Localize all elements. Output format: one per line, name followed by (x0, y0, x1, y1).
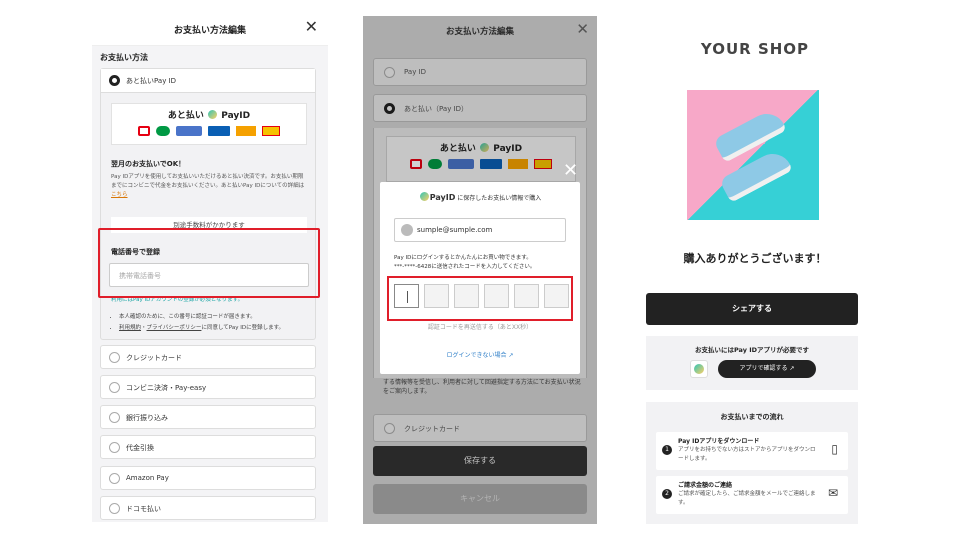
option-docomo[interactable]: ドコモ払い (100, 496, 316, 520)
button-label: アプリで確認する (739, 365, 788, 372)
user-icon (401, 224, 413, 236)
familymart-logo (156, 126, 170, 136)
order-complete-screen: YOUR SHOP 購入ありがとうございます！ シェアする お支払いにはPay … (630, 16, 880, 524)
highlight-box (387, 276, 573, 321)
note-text: に同意してPay IDに登録します。 (201, 325, 285, 331)
option-label: クレジットカード (126, 354, 182, 362)
terms-link[interactable]: 利用規約 (119, 325, 141, 331)
product-image (687, 90, 819, 220)
radio-selected[interactable] (109, 75, 120, 86)
store-logos (112, 126, 306, 136)
seicomart-logo (236, 126, 256, 136)
resend-code-link[interactable]: 認証コードを再送信する（あとXX秒） (380, 322, 580, 331)
daily-yamazaki-logo (262, 126, 280, 136)
logo-brand: PayID (221, 111, 251, 121)
payid-logo-banner: あと払い PayID (111, 103, 307, 145)
thank-you-message: 購入ありがとうございます！ (683, 252, 827, 265)
option-amazon-pay[interactable]: Amazon Pay (100, 466, 316, 490)
ministop-logo (176, 126, 202, 136)
flow-step-2: 2 ご請求金額のご連絡 ご請求が確定したら、ご請求金額をメールでご連絡します。 … (656, 476, 848, 514)
option-credit-card[interactable]: クレジットカード (100, 345, 316, 369)
notes-list: 本人確認のために、この番号に認証コードが届きます。 利用規約・プライバシーポリシ… (119, 313, 311, 335)
radio[interactable] (109, 352, 120, 363)
option-label: ドコモ払い (126, 505, 161, 513)
radio[interactable] (109, 442, 120, 453)
email-value: sumple@sumple.com (417, 226, 493, 234)
page-title: お支払い方法編集 (173, 26, 246, 36)
logo-text: あと払い (167, 111, 204, 121)
note-item: 利用規約・プライバシーポリシーに同意してPay IDに登録します。 (119, 324, 311, 333)
step-title: ご請求金額のご連絡 (678, 482, 733, 489)
step-number: 2 (662, 489, 672, 499)
note-item: 本人確認のために、この番号に認証コードが届きます。 (119, 313, 311, 322)
promo-description: Pay IDアプリを使用してお支払いいただけるあと払い決済です。お支払い期限まで… (111, 173, 307, 200)
option-cash-on-delivery[interactable]: 代金引換 (100, 435, 316, 459)
modal-header: PayID に保存したお支払い情報で購入 (380, 192, 580, 202)
close-icon[interactable]: ✕ (305, 18, 318, 36)
promo-title: 翌月のお支払いでOK！ (111, 160, 186, 168)
privacy-link[interactable]: プライバシーポリシー (147, 325, 202, 331)
option-label: 銀行振り込み (126, 414, 168, 422)
radio[interactable] (109, 473, 120, 484)
message-line: ***-****-6428に送信されたコードを入力してください。 (394, 264, 536, 270)
highlight-box (98, 228, 320, 298)
option-label: Amazon Pay (126, 474, 169, 482)
phone-icon: ▯ (831, 442, 838, 456)
login-message: Pay IDにログインするとかんたんにお買い物できます。 ***-****-64… (394, 254, 572, 272)
app-required-card: お支払いにはPay IDアプリが必要です アプリで確認する ↗ (646, 336, 858, 390)
step-title: Pay IDアプリをダウンロード (678, 438, 760, 445)
brand-name: PayID (429, 193, 456, 202)
details-link[interactable]: こちら (111, 192, 128, 198)
payid-app-icon (690, 360, 708, 378)
payid-mark-icon (419, 192, 429, 201)
step-description: ご請求が確定したら、ご請求金額をメールでご連絡します。 (678, 491, 816, 506)
payment-flow-card: お支払いまでの流れ 1 Pay IDアプリをダウンロード アプリをお持ちでない方… (646, 402, 858, 524)
login-help-link[interactable]: ログインできない場合 ↗ (380, 350, 580, 359)
option-label: 代金引換 (126, 444, 154, 452)
external-link-icon: ↗ (789, 365, 795, 372)
payid-mark-icon (208, 110, 218, 119)
external-link-icon: ↗ (508, 352, 514, 359)
seven-eleven-logo (138, 126, 150, 136)
flow-title: お支払いまでの流れ (720, 413, 784, 421)
step-description: アプリをお持ちでない方はストアからアプリをダウンロードします。 (678, 447, 816, 462)
option-label: コンビニ決済・Pay-easy (126, 384, 207, 392)
payid-option-expanded: あと払いPay ID あと払い PayID 翌月のお支払いでOK！ Pay ID… (100, 68, 316, 340)
mail-icon: ✉ (827, 486, 838, 500)
radio[interactable] (109, 503, 120, 514)
lawson-logo (208, 126, 230, 136)
radio[interactable] (109, 382, 120, 393)
login-help-label: ログインできない場合 (446, 352, 507, 359)
step-number: 1 (662, 445, 672, 455)
payid-logo: あと払い PayID (112, 108, 306, 121)
radio[interactable] (109, 412, 120, 423)
share-button[interactable]: シェアする (646, 293, 858, 325)
option-convenience-store[interactable]: コンビニ決済・Pay-easy (100, 375, 316, 399)
close-icon[interactable]: ✕ (563, 160, 578, 181)
flow-step-1: 1 Pay IDアプリをダウンロード アプリをお持ちでない方はストアからアプリを… (656, 432, 848, 470)
message-line: Pay IDにログインするとかんたんにお買い物できます。 (394, 255, 532, 261)
payid-option-header[interactable]: あと払いPay ID (101, 69, 315, 93)
header: お支払い方法編集 ✕ (92, 12, 328, 46)
email-field[interactable]: sumple@sumple.com (394, 218, 566, 242)
check-in-app-button[interactable]: アプリで確認する ↗ (718, 360, 816, 378)
section-label: お支払い方法 (100, 53, 148, 62)
modal-title: に保存したお支払い情報で購入 (457, 195, 542, 202)
option-label: あと払いPay ID (126, 77, 177, 85)
app-required-text: お支払いにはPay IDアプリが必要です (694, 346, 810, 354)
option-bank-transfer[interactable]: 銀行振り込み (100, 405, 316, 429)
shop-logo: YOUR SHOP (700, 40, 810, 58)
promo-text: Pay IDアプリを使用してお支払いいただけるあと払い決済です。お支払い期限まで… (111, 174, 305, 189)
